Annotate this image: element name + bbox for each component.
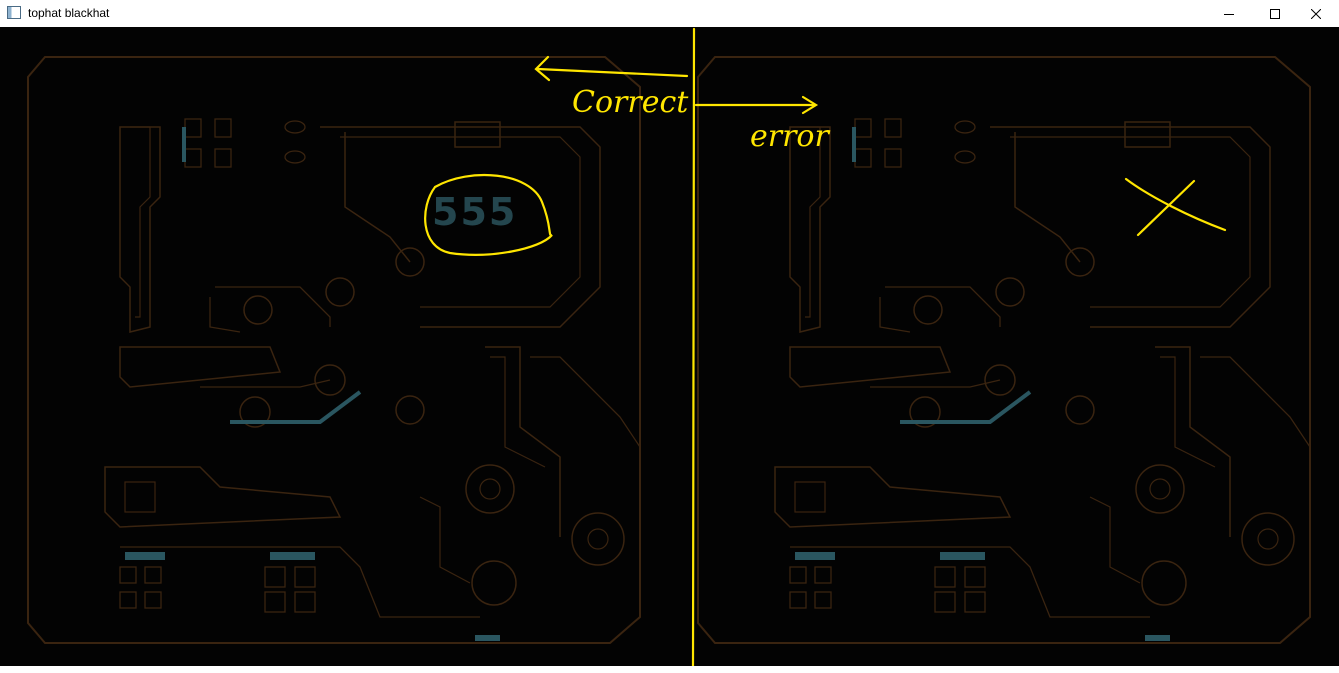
error-x-icon <box>1124 177 1227 232</box>
maximize-icon <box>1270 8 1280 19</box>
pcb-correct-image: 555 <box>26 55 642 645</box>
pcb-comparison-image: 555 <box>26 27 1312 666</box>
correct-label: Correct <box>572 85 689 120</box>
window-bottom-edge <box>0 666 1339 673</box>
close-icon <box>1311 8 1321 19</box>
maximize-button[interactable] <box>1252 0 1298 27</box>
minimize-icon <box>1224 13 1234 15</box>
left-arrow-icon <box>536 67 689 78</box>
divider-line <box>691 27 696 666</box>
app-window-icon <box>7 6 21 19</box>
image-view: 555 Correct error <box>0 27 1339 666</box>
title-bar: tophat blackhat <box>0 0 1339 27</box>
window-title: tophat blackhat <box>28 6 110 20</box>
error-label: error <box>750 119 829 154</box>
close-button[interactable] <box>1293 0 1339 27</box>
minimize-button[interactable] <box>1206 0 1252 27</box>
svg-text:555: 555 <box>432 190 517 234</box>
